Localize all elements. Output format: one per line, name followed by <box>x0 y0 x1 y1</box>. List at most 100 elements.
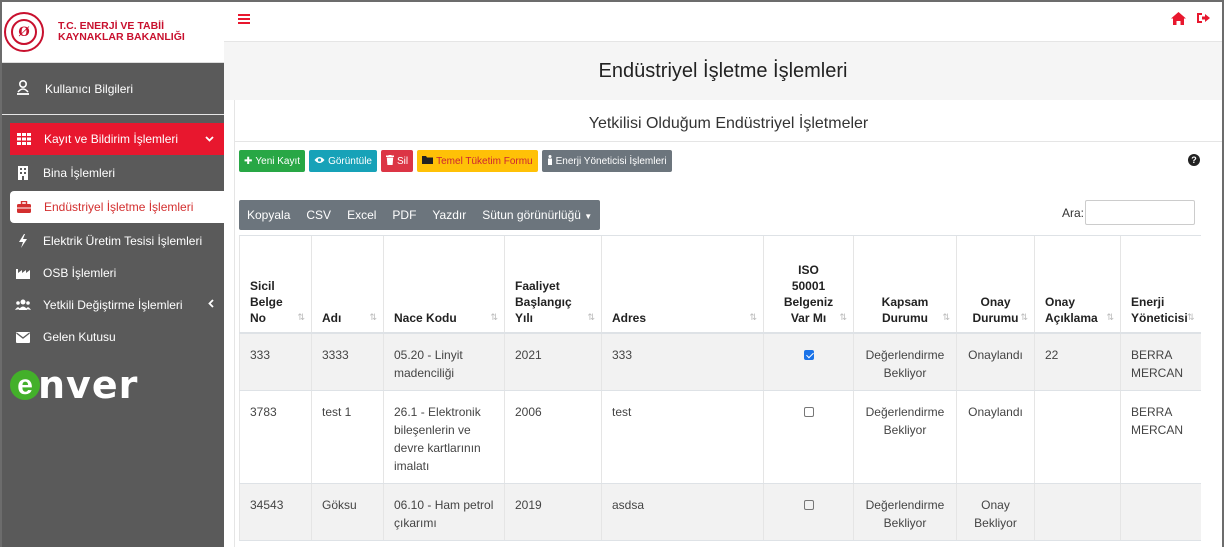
sidebar-item-label: Kayıt ve Bildirim İşlemleri <box>44 132 179 146</box>
consumption-form-button[interactable]: Temel Tüketim Formu <box>417 150 538 172</box>
column-header-text: Yılı <box>515 310 534 325</box>
ministry-name-line2: KAYNAKLAR BAKANLIĞI <box>58 31 185 43</box>
cell-year: 2019 <box>504 483 602 541</box>
sidebar-item-label: OSB İşlemleri <box>43 266 117 280</box>
folder-icon <box>422 155 434 167</box>
cell-address: 333 <box>601 332 764 391</box>
card-title: Yetkilisi Olduğum Endüstriyel İşletmeler <box>235 100 1222 142</box>
pdf-button[interactable]: PDF <box>384 200 424 230</box>
sort-icon: ⇅ <box>942 311 950 322</box>
table-row[interactable]: 3783 test 1 26.1 - Elektronik bileşenleri… <box>239 390 1201 484</box>
home-icon[interactable] <box>1171 12 1186 28</box>
page-title: Endüstriyel İşletme İşlemleri <box>224 42 1222 100</box>
excel-button[interactable]: Excel <box>339 200 384 230</box>
energy-manager-button[interactable]: Enerji Yöneticisi İşlemleri <box>541 150 672 172</box>
print-button[interactable]: Yazdır <box>424 200 474 230</box>
csv-button[interactable]: CSV <box>298 200 339 230</box>
cell-energy-manager <box>1120 483 1201 541</box>
column-header-iso[interactable]: ISO 50001 Belgeniz Var Mı ⇅ <box>763 235 854 334</box>
column-header-approval-note[interactable]: Onay Açıklama ⇅ <box>1034 235 1121 334</box>
energy-manager-label: Enerji Yöneticisi İşlemleri <box>555 155 667 167</box>
logout-icon[interactable] <box>1197 12 1210 27</box>
sort-icon: ⇅ <box>490 311 498 322</box>
sort-icon: ⇅ <box>1106 311 1114 322</box>
sidebar-item-registration[interactable]: Kayıt ve Bildirim İşlemleri <box>10 123 224 155</box>
column-header-text: Yöneticisi <box>1131 310 1188 325</box>
iso-checkbox[interactable] <box>803 350 814 361</box>
sort-icon: ⇅ <box>369 311 377 322</box>
column-header-text: Kapsam <box>881 294 929 309</box>
view-label: Görüntüle <box>328 155 372 167</box>
column-header-scope-status[interactable]: Kapsam Durumu ⇅ <box>853 235 957 334</box>
grid-icon <box>16 133 32 145</box>
briefcase-icon <box>16 201 32 213</box>
column-header-text: Belgeniz <box>783 294 834 309</box>
column-header-name[interactable]: Adı ⇅ <box>311 235 384 334</box>
search-input[interactable] <box>1085 200 1195 225</box>
column-header-approval-status[interactable]: Onay Durumu ⇅ <box>956 235 1035 334</box>
new-record-button[interactable]: ✚ Yeni Kayıt <box>239 150 306 172</box>
sidebar-item-label: Endüstriyel İşletme İşlemleri <box>44 200 194 214</box>
cell-iso <box>763 332 854 391</box>
chevron-down-icon <box>205 133 214 145</box>
sidebar-item-buildings[interactable]: Bina İşlemleri <box>2 157 224 189</box>
envelope-icon <box>15 331 31 343</box>
search-label: Ara: <box>1061 206 1084 220</box>
sidebar-item-authorized-change[interactable]: Yetkili Değiştirme İşlemleri <box>2 289 224 321</box>
cell-nace: 06.10 - Ham petrol çıkarımı <box>383 483 505 541</box>
industrial-list-card: Yetkilisi Olduğum Endüstriyel İşletmeler… <box>234 100 1222 547</box>
column-visibility-label: Sütun görünürlüğü <box>482 208 581 222</box>
action-toolbar: ✚ Yeni Kayıt Görüntüle Sil Temel Tüketim… <box>239 150 672 172</box>
sort-icon: ⇅ <box>749 311 757 322</box>
help-icon[interactable]: ? <box>1188 154 1200 166</box>
sidebar: Ø T.C. ENERJİ VE TABİİ KAYNAKLAR BAKANLI… <box>2 2 224 547</box>
table-row[interactable]: 34543 Göksu 06.10 - Ham petrol çıkarımı 2… <box>239 483 1201 541</box>
column-header-text: Var Mı <box>790 310 827 325</box>
caret-down-icon: ▼ <box>584 212 593 221</box>
iso-checkbox[interactable] <box>803 407 814 418</box>
column-header-address[interactable]: Adres ⇅ <box>601 235 764 334</box>
column-header-text: Adres <box>612 310 647 325</box>
cell-scope-status: Değerlendirme Bekliyor <box>853 390 957 484</box>
table-row[interactable]: 333 3333 05.20 - Linyit madenciliği 2021 … <box>239 332 1201 391</box>
building-icon <box>15 166 31 180</box>
column-visibility-button[interactable]: Sütun görünürlüğü ▼ <box>474 200 600 230</box>
cell-iso <box>763 483 854 541</box>
cell-year: 2006 <box>504 390 602 484</box>
cell-address: test <box>601 390 764 484</box>
column-header-year[interactable]: Faaliyet Başlangıç Yılı ⇅ <box>504 235 602 334</box>
sidebar-item-industrial[interactable]: Endüstriyel İşletme İşlemleri <box>10 191 224 223</box>
column-header-sicil[interactable]: Sicil Belge No ⇅ <box>239 235 312 334</box>
chevron-left-icon <box>208 299 214 311</box>
cell-approval-note <box>1034 483 1121 541</box>
ministry-logo[interactable]: Ø T.C. ENERJİ VE TABİİ KAYNAKLAR BAKANLI… <box>2 2 224 63</box>
column-header-text: Durumu <box>972 310 1019 325</box>
user-info-link[interactable]: Kullanıcı Bilgileri <box>2 63 224 115</box>
enver-logo-text: nver <box>38 363 139 407</box>
cell-energy-manager: BERRA MERCAN <box>1120 390 1201 484</box>
table-header-row: Sicil Belge No ⇅ Adı ⇅ Nace Kodu ⇅ Faali… <box>239 235 1201 334</box>
view-button[interactable]: Görüntüle <box>309 150 377 172</box>
cell-address: asdsa <box>601 483 764 541</box>
column-header-text: Açıklama <box>1045 310 1098 325</box>
column-header-nace[interactable]: Nace Kodu ⇅ <box>383 235 505 334</box>
cell-sicil: 333 <box>239 332 312 391</box>
column-header-text: Durumu <box>882 310 928 325</box>
copy-button[interactable]: Kopyala <box>239 200 298 230</box>
sidebar-item-osb[interactable]: OSB İşlemleri <box>2 257 224 289</box>
users-icon <box>15 299 31 311</box>
industrial-table: Sicil Belge No ⇅ Adı ⇅ Nace Kodu ⇅ Faali… <box>239 235 1201 541</box>
iso-checkbox[interactable] <box>803 500 814 511</box>
delete-button[interactable]: Sil <box>380 150 414 172</box>
sort-icon: ⇅ <box>839 311 847 322</box>
menu-toggle-icon[interactable] <box>238 11 250 29</box>
column-header-energy-manager[interactable]: Enerji Yöneticisi ⇅ <box>1120 235 1201 334</box>
sidebar-item-label: Bina İşlemleri <box>43 166 116 180</box>
cell-nace: 05.20 - Linyit madenciliği <box>383 332 505 391</box>
sidebar-item-inbox[interactable]: Gelen Kutusu <box>2 321 224 353</box>
sidebar-item-power-plants[interactable]: Elektrik Üretim Tesisi İşlemleri <box>2 225 224 257</box>
industry-icon <box>15 267 31 279</box>
column-header-text: Başlangıç <box>515 294 572 309</box>
delete-label: Sil <box>396 155 409 167</box>
new-record-label: Yeni Kayıt <box>255 155 301 167</box>
